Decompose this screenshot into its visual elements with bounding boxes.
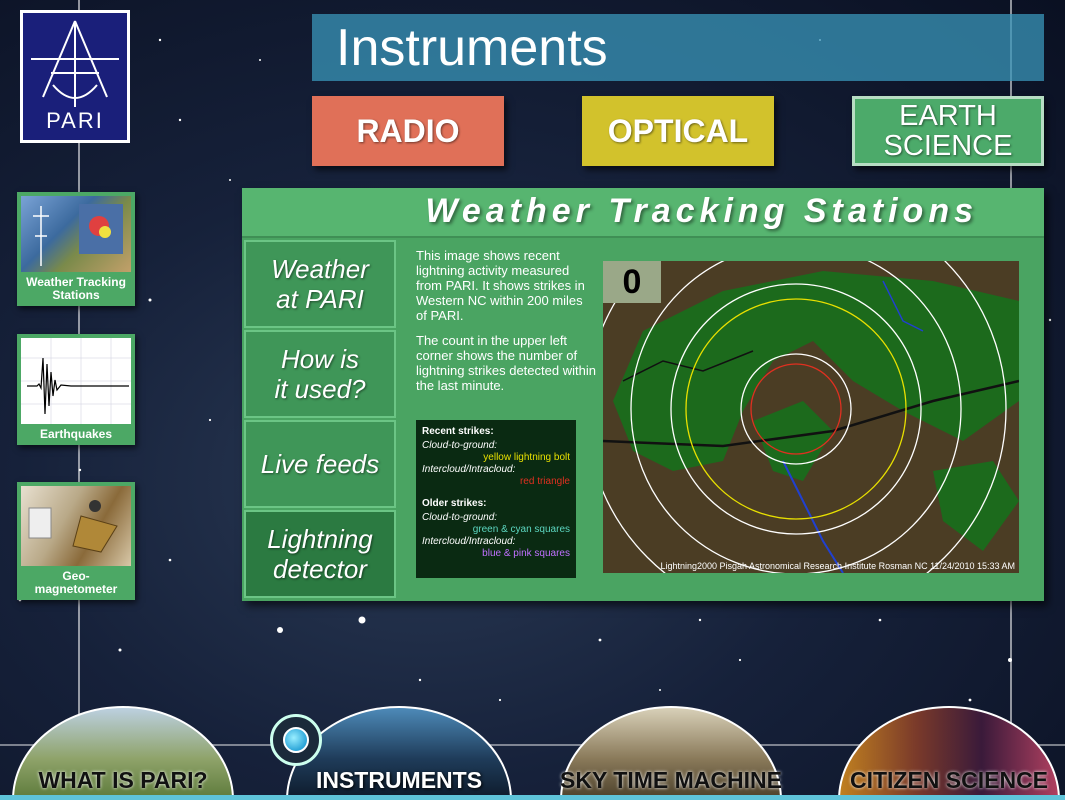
logo-text: PARI [46, 108, 104, 133]
legend-row: Cloud-to-ground: yellow lightning bolt [422, 440, 570, 464]
legend-row: Intercloud/Intracloud: red triangle [422, 464, 570, 488]
optical-button[interactable]: OPTICAL [582, 96, 774, 166]
legend-label: Intercloud/Intracloud: [422, 536, 516, 547]
nav-label: WHAT IS PARI? [38, 767, 208, 793]
radio-button[interactable]: RADIO [312, 96, 504, 166]
seismograph-thumbnail [21, 338, 131, 424]
pari-logo[interactable]: PARI [20, 10, 130, 143]
tab-label-line1: Weather [271, 254, 369, 284]
sidebar-item-label: Geo-magnetometer [34, 569, 118, 596]
legend-label: Cloud-to-ground: [422, 512, 498, 523]
earth-science-label-line2: SCIENCE [883, 130, 1013, 162]
tab-label-line1: Lightning [267, 524, 373, 554]
footer-bar [0, 795, 1065, 800]
legend-row: Intercloud/Intracloud: blue & pink squar… [422, 536, 570, 560]
panel-header: Weather Tracking Stations [242, 188, 1044, 238]
weather-station-thumbnail [21, 196, 131, 272]
page-title: Instruments [336, 19, 608, 77]
legend-value: yellow lightning bolt [483, 452, 570, 463]
seismograph-wave-icon [21, 338, 131, 424]
sidebar-item-weather-tracking[interactable]: Weather Tracking Stations [17, 192, 135, 306]
legend-value: blue & pink squares [482, 548, 570, 559]
legend-heading: Older strikes: [422, 498, 487, 509]
active-indicator-icon [270, 714, 322, 766]
tab-label-line2: detector [273, 554, 367, 584]
tab-label-line1: Live feeds [260, 449, 380, 479]
radio-button-label: RADIO [356, 112, 460, 149]
legend-row: Cloud-to-ground: green & cyan squares [422, 512, 570, 536]
description-paragraph: The count in the upper left corner shows… [416, 333, 596, 393]
tab-label-line2: at PARI [276, 284, 364, 314]
legend-label: Cloud-to-ground: [422, 440, 498, 451]
legend-heading: Recent strikes: [422, 426, 494, 437]
tab-lightning-detector[interactable]: Lightning detector [244, 510, 396, 598]
tab-how-is-it-used[interactable]: How is it used? [244, 330, 396, 418]
earth-science-label-line1: EARTH [899, 100, 997, 132]
map-credit: Lightning2000 Pisgah Astronomical Resear… [660, 561, 1015, 571]
sidebar-item-label: Weather Tracking Stations [26, 275, 126, 302]
legend-label: Intercloud/Intracloud: [422, 464, 516, 475]
content-panel: Weather Tracking Stations Weather at PARI… [242, 188, 1044, 601]
earth-science-button[interactable]: EARTH SCIENCE [852, 96, 1044, 166]
magnetometer-device-icon [28, 500, 118, 553]
sidebar-item-geomagnetometer[interactable]: Geo-magnetometer [17, 482, 135, 600]
description-text: This image shows recent lightning activi… [416, 248, 596, 403]
sidebar-item-earthquakes[interactable]: Earthquakes [17, 334, 135, 445]
sidebar-item-label: Earthquakes [39, 427, 113, 441]
panel-title: Weather Tracking Stations [425, 192, 978, 230]
nav-sky-time-machine[interactable]: SKY TIME MACHINE [560, 706, 782, 800]
optical-button-label: OPTICAL [607, 112, 749, 149]
nav-label: CITIZEN SCIENCE [849, 767, 1049, 793]
strike-count: 0 [603, 261, 661, 303]
pari-logo-mark [31, 20, 119, 107]
nav-what-is-pari[interactable]: WHAT IS PARI? [12, 706, 234, 800]
nav-label: SKY TIME MACHINE [560, 767, 782, 793]
lightning-map: 0 Lightning2000 Pisgah Astronomical Rese… [603, 261, 1019, 573]
nav-instruments[interactable]: INSTRUMENTS [286, 706, 512, 800]
legend-value: green & cyan squares [472, 524, 570, 535]
nav-citizen-science[interactable]: CITIZEN SCIENCE [838, 706, 1060, 800]
lightning-map-graphic [603, 261, 1019, 573]
page-title-bar: Instruments [312, 14, 1044, 81]
tab-label-line2: it used? [274, 374, 366, 404]
legend-value: red triangle [519, 476, 570, 487]
tab-weather-at-pari[interactable]: Weather at PARI [244, 240, 396, 328]
nav-label: INSTRUMENTS [315, 767, 483, 793]
weather-tower-icon [33, 204, 123, 266]
description-paragraph: This image shows recent lightning activi… [416, 248, 585, 323]
tab-label-line1: How is [280, 344, 359, 374]
strike-legend: Recent strikes: Cloud-to-ground: yellow … [416, 420, 576, 578]
magnetometer-thumbnail [21, 486, 131, 566]
tab-live-feeds[interactable]: Live feeds [244, 420, 396, 508]
